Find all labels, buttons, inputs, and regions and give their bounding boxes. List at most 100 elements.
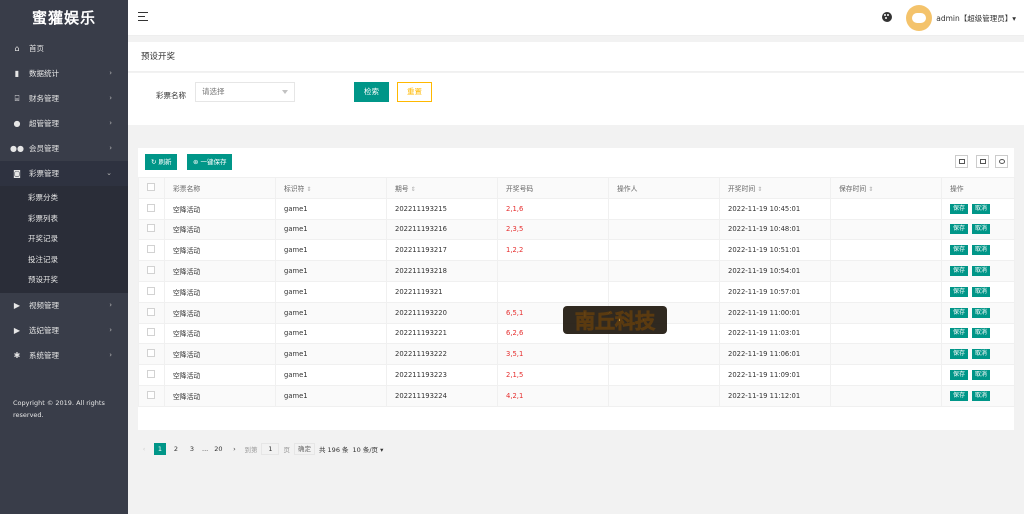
- cell-draw-number: 2,3,5: [497, 218, 609, 241]
- cell-lottery-name: 空降活动: [164, 197, 276, 220]
- sidebar-item-selection[interactable]: ▶ 选妃管理 ›: [0, 318, 128, 343]
- row-cancel-button[interactable]: 取消: [972, 286, 991, 297]
- refresh-button[interactable]: ↻ 刷新: [145, 154, 178, 170]
- users-icon: ●●: [10, 144, 24, 153]
- row-cancel-button[interactable]: 取消: [972, 224, 991, 235]
- cell-identifier: game1: [275, 343, 387, 366]
- row-save-button[interactable]: 保存: [950, 286, 969, 297]
- row-checkbox[interactable]: [147, 203, 155, 212]
- sidebar-item-admins[interactable]: ● 超管管理 ›: [0, 111, 128, 136]
- print-icon[interactable]: [995, 155, 1008, 168]
- row-checkbox[interactable]: [147, 349, 155, 358]
- cell-operator: [608, 364, 720, 386]
- cell-identifier: game1: [275, 239, 387, 262]
- row-cancel-button[interactable]: 取消: [972, 349, 991, 360]
- row-checkbox[interactable]: [147, 370, 155, 379]
- row-checkbox[interactable]: [147, 390, 155, 399]
- row-save-button[interactable]: 保存: [950, 328, 969, 339]
- cell-operator: [608, 239, 720, 262]
- row-cancel-button[interactable]: 取消: [972, 266, 991, 277]
- page-number[interactable]: 3: [186, 443, 198, 455]
- row-checkbox[interactable]: [147, 245, 155, 254]
- table-cell: [138, 260, 165, 282]
- watermark-text: 南丘科技: [575, 309, 656, 333]
- row-save-button[interactable]: 保存: [950, 370, 969, 381]
- submenu-item-preset-draw[interactable]: 预设开奖: [0, 270, 128, 291]
- row-checkbox[interactable]: [147, 286, 155, 295]
- row-save-button[interactable]: 保存: [950, 245, 969, 256]
- chevron-right-icon: ›: [109, 69, 112, 77]
- page-size-select[interactable]: 10 条/页 ▾: [353, 444, 384, 454]
- cell-identifier: game1: [275, 301, 387, 324]
- row-save-button[interactable]: 保存: [950, 224, 969, 235]
- table-cell: 保存 取消: [941, 260, 1015, 282]
- row-checkbox[interactable]: [147, 224, 155, 233]
- goto-page-input[interactable]: 1: [261, 443, 280, 455]
- lottery-submenu: 彩票分类 彩票列表 开奖记录 投注记录 预设开奖: [0, 186, 128, 293]
- cell-lottery-name: 空降活动: [164, 322, 276, 345]
- column-header[interactable]: 保存时间 ⇕: [830, 177, 942, 199]
- table-row: 空降活动 game1 202211193224 4,2,1 2022-11-19 11:…: [138, 384, 1015, 407]
- goto-label: 到第: [244, 446, 258, 454]
- row-checkbox[interactable]: [147, 307, 155, 316]
- submenu-item-draw-records[interactable]: 开奖记录: [0, 229, 128, 250]
- page-number[interactable]: 20: [212, 443, 224, 455]
- next-page-icon[interactable]: ›: [228, 443, 240, 455]
- row-save-button[interactable]: 保存: [950, 266, 969, 277]
- sort-icon[interactable]: ⇕: [868, 186, 873, 193]
- sidebar-item-stats[interactable]: ▮ 数据统计 ›: [0, 61, 128, 86]
- column-header[interactable]: 标识符 ⇕: [275, 177, 387, 199]
- column-header[interactable]: 开奖时间 ⇕: [719, 177, 831, 199]
- reset-button[interactable]: 重置: [397, 82, 432, 102]
- sidebar-item-system[interactable]: ✱ 系统管理 ›: [0, 343, 128, 368]
- row-save-button[interactable]: 保存: [950, 390, 969, 401]
- sort-icon[interactable]: ⇕: [757, 186, 762, 193]
- columns-filter-icon[interactable]: [955, 155, 968, 168]
- row-save-button[interactable]: 保存: [950, 307, 969, 318]
- user-menu[interactable]: admin【超级管理员】▾: [936, 13, 1016, 24]
- sidebar-item-lottery[interactable]: ◙ 彩票管理 ⌄: [0, 161, 128, 186]
- row-cancel-button[interactable]: 取消: [972, 370, 991, 381]
- cell-open-time: 2022-11-19 11:12:01: [719, 384, 831, 407]
- row-cancel-button[interactable]: 取消: [972, 307, 991, 318]
- goto-confirm-button[interactable]: 确定: [293, 443, 315, 455]
- sidebar-item-home[interactable]: ⌂ 首页: [0, 36, 128, 61]
- row-cancel-button[interactable]: 取消: [972, 245, 991, 256]
- cell-save-time: [830, 384, 942, 407]
- theme-palette-icon[interactable]: [882, 12, 892, 22]
- row-checkbox[interactable]: [147, 266, 155, 275]
- cell-identifier: game1: [275, 260, 387, 282]
- export-icon[interactable]: [976, 155, 989, 168]
- sort-icon[interactable]: ⇕: [306, 186, 311, 193]
- sidebar-item-label: 首页: [29, 44, 44, 53]
- row-save-button[interactable]: 保存: [950, 349, 969, 360]
- sidebar-item-members[interactable]: ●● 会员管理 ›: [0, 136, 128, 161]
- app-logo[interactable]: 蜜獾娱乐: [0, 0, 128, 36]
- row-cancel-button[interactable]: 取消: [972, 390, 991, 401]
- sort-icon[interactable]: ⇕: [411, 186, 416, 193]
- menu-toggle-icon[interactable]: [138, 12, 148, 22]
- submenu-item-bet-records[interactable]: 投注记录: [0, 250, 128, 271]
- submenu-item-lottery-category[interactable]: 彩票分类: [0, 188, 128, 209]
- search-button[interactable]: 检索: [354, 82, 389, 102]
- select-all-checkbox[interactable]: [147, 182, 155, 191]
- select-placeholder: 请选择: [202, 87, 225, 96]
- page-number[interactable]: 1: [154, 443, 166, 455]
- row-save-button[interactable]: 保存: [950, 203, 969, 214]
- sidebar-item-finance[interactable]: ⌸ 财务管理 ›: [0, 86, 128, 111]
- column-header[interactable]: 期号 ⇕: [386, 177, 498, 199]
- row-cancel-button[interactable]: 取消: [972, 328, 991, 339]
- sidebar-item-video[interactable]: ▶ 视频管理 ›: [0, 293, 128, 318]
- save-all-button[interactable]: ⊛ 一键保存: [187, 154, 233, 170]
- submenu-item-lottery-list[interactable]: 彩票列表: [0, 209, 128, 230]
- page-number[interactable]: 2: [170, 443, 182, 455]
- table-row: 空降活动 game1 202211193223 2,1,5 2022-11-19 11:…: [138, 364, 1015, 386]
- row-checkbox[interactable]: [147, 328, 155, 337]
- cell-draw-number: 4,2,1: [497, 384, 609, 407]
- avatar[interactable]: [906, 5, 932, 31]
- row-cancel-button[interactable]: 取消: [972, 203, 991, 214]
- lottery-select[interactable]: 请选择: [195, 82, 295, 102]
- cell-operator: [608, 218, 720, 241]
- prev-page-icon[interactable]: ‹: [138, 443, 150, 455]
- cell-save-time: [830, 197, 942, 220]
